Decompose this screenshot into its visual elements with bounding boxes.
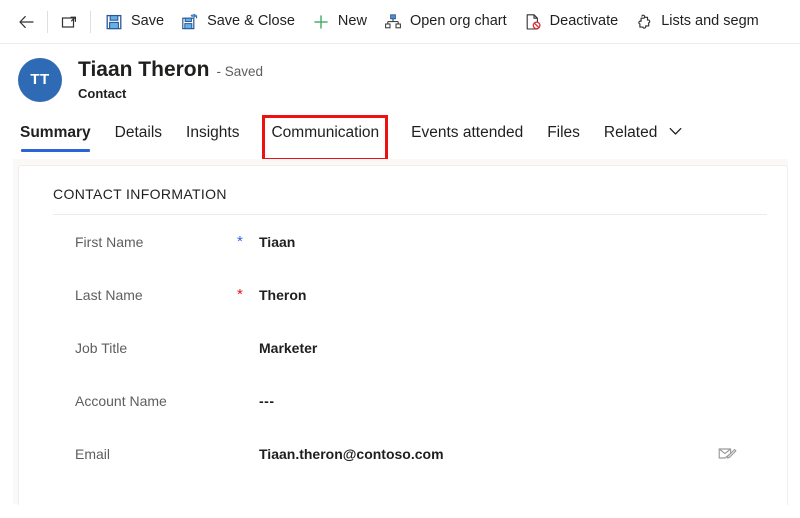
tab-summary-label: Summary bbox=[20, 124, 91, 141]
back-button[interactable] bbox=[10, 6, 42, 38]
account-name-label: Account Name bbox=[75, 392, 167, 409]
first-name-label: First Name bbox=[75, 233, 144, 250]
required-asterisk-icon: * bbox=[237, 286, 243, 303]
recommended-asterisk-icon: * bbox=[237, 233, 243, 250]
new-button[interactable]: New bbox=[303, 6, 375, 38]
field-row-last-name[interactable]: Last Name * Theron bbox=[39, 268, 767, 321]
deactivate-icon bbox=[523, 12, 543, 32]
account-name-value[interactable]: --- bbox=[259, 393, 275, 409]
open-org-chart-button[interactable]: Open org chart bbox=[375, 6, 515, 38]
tab-details-label: Details bbox=[114, 124, 163, 141]
avatar-initials: TT bbox=[30, 71, 50, 88]
org-chart-icon bbox=[383, 12, 403, 32]
save-status-text: - Saved bbox=[216, 64, 263, 80]
plus-icon bbox=[311, 12, 331, 32]
save-and-close-button-label: Save & Close bbox=[207, 13, 295, 30]
compose-email-icon bbox=[718, 446, 737, 462]
field-row-job-title[interactable]: Job Title Marketer bbox=[39, 321, 767, 374]
tab-summary[interactable]: Summary bbox=[20, 124, 91, 152]
deactivate-button-label: Deactivate bbox=[549, 13, 619, 30]
record-entity-type: Contact bbox=[78, 85, 127, 101]
email-value[interactable]: Tiaan.theron@contoso.com bbox=[259, 446, 444, 462]
deactivate-button[interactable]: Deactivate bbox=[515, 6, 627, 38]
save-and-close-icon bbox=[180, 12, 200, 32]
job-title-label: Job Title bbox=[75, 339, 128, 356]
section-title: CONTACT INFORMATION bbox=[53, 186, 227, 202]
open-in-new-window-icon bbox=[59, 12, 79, 32]
back-arrow-icon bbox=[16, 12, 36, 32]
field-row-first-name[interactable]: First Name * Tiaan bbox=[39, 215, 767, 268]
avatar: TT bbox=[18, 57, 62, 102]
tab-files[interactable]: Files bbox=[547, 124, 580, 152]
contact-information-card: CONTACT INFORMATION First Name * Tiaan L… bbox=[18, 165, 788, 505]
save-button-label: Save bbox=[131, 13, 165, 30]
lists-and-segments-button-label: Lists and segm bbox=[661, 13, 759, 30]
save-button[interactable]: Save bbox=[96, 6, 172, 38]
lists-and-segments-button[interactable]: Lists and segm bbox=[626, 6, 767, 38]
field-row-account-name[interactable]: Account Name --- bbox=[39, 374, 767, 427]
record-header-text: Tiaan Theron - Saved Contact bbox=[78, 58, 263, 100]
tab-files-label: Files bbox=[547, 124, 580, 141]
job-title-value[interactable]: Marketer bbox=[259, 340, 317, 356]
tab-events-attended[interactable]: Events attended bbox=[411, 124, 523, 152]
tab-events-attended-label: Events attended bbox=[411, 124, 524, 141]
save-and-close-button[interactable]: Save & Close bbox=[172, 6, 303, 38]
form-area: CONTACT INFORMATION First Name * Tiaan L… bbox=[13, 159, 788, 505]
page-title: Tiaan Theron bbox=[78, 58, 210, 82]
email-label: Email bbox=[75, 445, 111, 462]
tab-communication-label: Communication bbox=[271, 124, 380, 141]
first-name-value[interactable]: Tiaan bbox=[259, 234, 295, 250]
new-button-label: New bbox=[337, 13, 367, 30]
tab-related[interactable]: Related bbox=[604, 123, 682, 152]
tab-strip: Summary Details Insights Communication E… bbox=[0, 110, 800, 161]
command-bar-divider-1 bbox=[47, 10, 48, 33]
open-org-chart-button-label: Open org chart bbox=[409, 13, 507, 30]
tab-insights-label: Insights bbox=[186, 124, 240, 141]
tab-related-label: Related bbox=[603, 124, 658, 141]
contact-record-page: Save Save & Close New Open org chart Dea… bbox=[0, 0, 800, 518]
chevron-down-icon bbox=[669, 123, 682, 141]
tab-communication[interactable]: Communication bbox=[262, 115, 389, 161]
field-row-email[interactable]: Email Tiaan.theron@contoso.com bbox=[39, 427, 767, 480]
record-title-row: Tiaan Theron - Saved bbox=[78, 58, 263, 82]
record-header: TT Tiaan Theron - Saved Contact bbox=[0, 44, 800, 102]
command-bar: Save Save & Close New Open org chart Dea… bbox=[0, 0, 800, 44]
last-name-label: Last Name bbox=[75, 286, 143, 303]
last-name-value[interactable]: Theron bbox=[259, 287, 306, 303]
command-bar-divider-2 bbox=[90, 10, 91, 33]
compose-email-button[interactable] bbox=[717, 444, 737, 464]
puzzle-piece-icon bbox=[634, 12, 654, 32]
save-icon bbox=[104, 12, 124, 32]
tab-insights[interactable]: Insights bbox=[186, 124, 239, 152]
tab-details[interactable]: Details bbox=[115, 124, 162, 152]
open-in-new-window-button[interactable] bbox=[53, 6, 85, 38]
